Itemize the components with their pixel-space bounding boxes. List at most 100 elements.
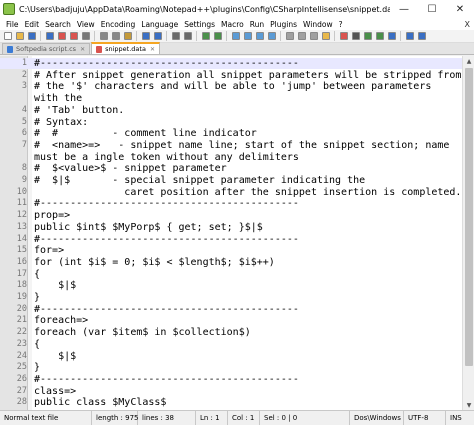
stop-macro-icon[interactable]	[350, 31, 361, 42]
line-number: 26	[16, 373, 27, 384]
status-insert-mode: INS	[450, 414, 462, 422]
menu-macro[interactable]: Macro	[218, 20, 247, 29]
maximize-button[interactable]: ☐	[418, 0, 446, 18]
code-line[interactable]: 12 prop=>	[0, 210, 474, 221]
code-line[interactable]: 13 public $int$ $MyPorp$ { get; set; }$|$	[0, 222, 474, 233]
toolbar-separator	[226, 31, 227, 41]
redo-icon[interactable]	[152, 31, 163, 42]
code-line[interactable]: 7 # <name>=> - snippet name line; start o…	[0, 140, 474, 151]
code-line[interactable]: 27 class=>	[0, 386, 474, 397]
status-file-type: Normal text file	[0, 410, 92, 425]
code-line[interactable]: 26 #-------------------------------------…	[0, 374, 474, 385]
play-multiple-icon[interactable]	[374, 31, 385, 42]
code-line[interactable]: 24 $|$	[0, 351, 474, 362]
menu-view[interactable]: View	[74, 20, 98, 29]
code-line[interactable]: 23 {	[0, 339, 474, 350]
code-line[interactable]: 8 # $<value>$ - snippet parameter	[0, 163, 474, 174]
zoom-in-icon[interactable]	[200, 31, 211, 42]
function-list-icon[interactable]	[308, 31, 319, 42]
tab-snippet-data[interactable]: snippet.data ✕	[91, 42, 160, 54]
show-all-chars-icon[interactable]	[254, 31, 265, 42]
scroll-thumb[interactable]	[465, 68, 473, 366]
menu-search[interactable]: Search	[42, 20, 74, 29]
menu-edit[interactable]: Edit	[22, 20, 43, 29]
code-line[interactable]: 1 #--------------------------------------…	[0, 58, 474, 69]
minimize-button[interactable]: —	[390, 0, 418, 18]
editor-area[interactable]: 1 #--------------------------------------…	[0, 56, 474, 410]
code-line[interactable]: 3 # the '$' characters and will be able t…	[0, 81, 474, 92]
line-text: # Syntax:	[34, 116, 89, 128]
copy-icon[interactable]	[110, 31, 121, 42]
sync-scroll-icon[interactable]	[230, 31, 241, 42]
code-line[interactable]: 5 # Syntax:	[0, 117, 474, 128]
line-text: #---------------------------------------…	[34, 303, 299, 315]
paste-icon[interactable]	[122, 31, 133, 42]
open-file-icon[interactable]	[14, 31, 25, 42]
find-icon[interactable]	[170, 31, 181, 42]
line-number: 12	[16, 210, 27, 221]
tab-softpedia-script[interactable]: Softpedia script.cs ✕	[2, 43, 91, 54]
play-macro-icon[interactable]	[362, 31, 373, 42]
scroll-down-icon[interactable]: ▼	[463, 400, 474, 410]
menu-window[interactable]: Window	[300, 20, 336, 29]
code-text[interactable]: 1 #--------------------------------------…	[0, 56, 474, 410]
code-line[interactable]: 21 foreach=>	[0, 315, 474, 326]
close-all-icon[interactable]	[68, 31, 79, 42]
menu-file[interactable]: File	[3, 20, 22, 29]
word-wrap-icon[interactable]	[242, 31, 253, 42]
new-file-icon[interactable]	[2, 31, 13, 42]
doc-map-icon[interactable]	[296, 31, 307, 42]
close-window-button[interactable]: ✕	[446, 0, 474, 18]
code-line[interactable]: 28 public class $MyClass$	[0, 397, 474, 408]
undo-icon[interactable]	[140, 31, 151, 42]
menu-language[interactable]: Language	[138, 20, 181, 29]
code-line[interactable]: 16 for (int $i$ = 0; $i$ < $length$; $i$+…	[0, 257, 474, 268]
print-icon[interactable]	[80, 31, 91, 42]
code-line[interactable]: 11 #-------------------------------------…	[0, 198, 474, 209]
code-line[interactable]: 18 $|$	[0, 280, 474, 291]
code-line[interactable]: 15 for=>	[0, 245, 474, 256]
menu-run[interactable]: Run	[247, 20, 267, 29]
code-line[interactable]: 6 # # - comment line indicator	[0, 128, 474, 139]
code-line[interactable]: 9 # $|$ - special snippet parameter indic…	[0, 175, 474, 186]
code-line[interactable]: 2 # After snippet generation all snippet …	[0, 70, 474, 81]
line-text: $|$	[34, 350, 77, 362]
spellcheck-abc-icon[interactable]	[416, 31, 427, 42]
code-line[interactable]: 22 foreach (var $item$ in $collection$)	[0, 327, 474, 338]
code-line[interactable]: 19}	[0, 292, 474, 303]
menu-settings[interactable]: Settings	[181, 20, 218, 29]
save-icon[interactable]	[26, 31, 37, 42]
menu-plugins[interactable]: Plugins	[267, 20, 300, 29]
language-icon[interactable]	[284, 31, 295, 42]
scroll-up-icon[interactable]: ▲	[463, 56, 474, 66]
close-document-button[interactable]: X	[465, 20, 470, 29]
code-line[interactable]: 4 # 'Tab' button.	[0, 105, 474, 116]
code-line[interactable]: 25}	[0, 362, 474, 373]
folder-workspace-icon[interactable]	[320, 31, 331, 42]
save-all-icon[interactable]	[44, 31, 55, 42]
cut-icon[interactable]	[98, 31, 109, 42]
record-macro-icon[interactable]	[338, 31, 349, 42]
indent-guide-icon[interactable]	[266, 31, 277, 42]
code-line[interactable]: 17 {	[0, 269, 474, 280]
zoom-out-icon[interactable]	[212, 31, 223, 42]
code-line[interactable]: 20 #-------------------------------------…	[0, 304, 474, 315]
code-line[interactable]: must be a ingle token without any delimi…	[0, 152, 474, 163]
line-text: {	[34, 268, 41, 280]
close-tab-icon[interactable]: ✕	[150, 46, 155, 53]
line-number: 15	[16, 245, 27, 256]
save-macro-icon[interactable]	[386, 31, 397, 42]
menu-encoding[interactable]: Encoding	[98, 20, 139, 29]
replace-icon[interactable]	[182, 31, 193, 42]
menu-help[interactable]: ?	[336, 20, 346, 29]
spellcheck-icon[interactable]	[404, 31, 415, 42]
close-tab-icon[interactable]: ✕	[80, 46, 85, 53]
line-text: # $<value>$ - snippet parameter	[34, 163, 227, 175]
code-line[interactable]: 10 caret position after the snippet inse…	[0, 187, 474, 198]
code-line[interactable]: with the	[0, 93, 474, 104]
vertical-scrollbar[interactable]: ▲ ▼	[462, 56, 474, 410]
line-number: 13	[16, 221, 27, 232]
line-number: 9	[21, 175, 27, 185]
code-line[interactable]: 14 #-------------------------------------…	[0, 234, 474, 245]
close-file-icon[interactable]	[56, 31, 67, 42]
